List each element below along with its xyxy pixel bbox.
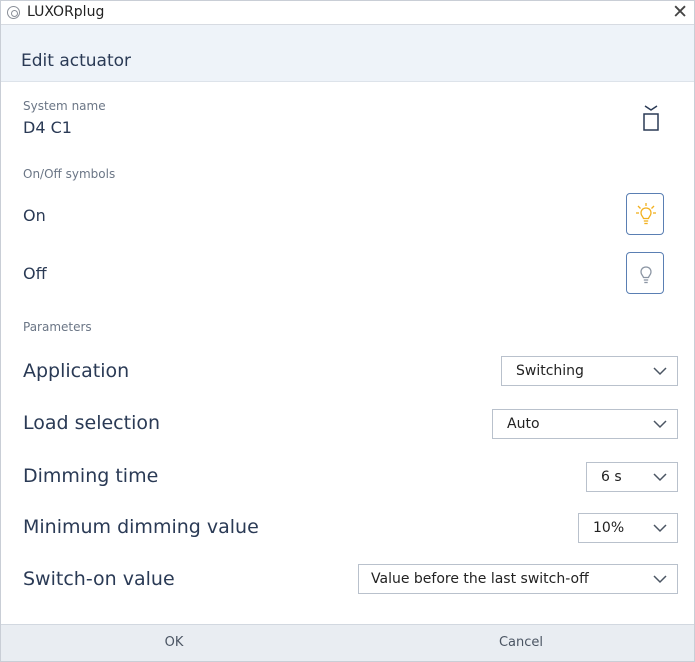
dialog-footer: OK Cancel [1, 624, 694, 661]
actuator-device-icon [643, 105, 659, 131]
chevron-down-icon [653, 575, 667, 584]
chevron-down-icon [653, 524, 667, 533]
on-off-symbols-label: On/Off symbols [23, 167, 116, 181]
minimum-dimming-value-label: Minimum dimming value [23, 516, 259, 538]
dialog-window: LUXORplug ✕ Edit actuator System name D4… [0, 0, 695, 662]
title-bar: LUXORplug ✕ [1, 1, 694, 25]
dialog-header: Edit actuator [1, 25, 694, 82]
minimum-dimming-value: 10% [593, 520, 625, 536]
window-title: LUXORplug [27, 4, 105, 20]
application-label: Application [23, 360, 130, 382]
on-symbol-button[interactable] [626, 193, 664, 235]
chevron-down-icon [653, 367, 667, 376]
dialog-content: System name D4 C1 On/Off symbols On Off [1, 82, 694, 624]
application-value: Switching [516, 363, 584, 379]
cancel-button[interactable]: Cancel [348, 625, 694, 662]
app-icon [7, 6, 20, 19]
dimming-time-label: Dimming time [23, 465, 159, 487]
on-symbol-label: On [23, 206, 46, 225]
load-selection-value: Auto [507, 416, 540, 432]
dimming-time-value: 6 s [601, 469, 622, 485]
minimum-dimming-value-select[interactable]: 10% [578, 513, 678, 543]
switch-on-value-label: Switch-on value [23, 568, 175, 590]
chevron-down-icon [653, 420, 667, 429]
off-symbol-label: Off [23, 264, 47, 283]
lightbulb-on-icon [636, 203, 656, 225]
close-icon[interactable]: ✕ [672, 1, 688, 23]
lightbulb-off-icon [640, 266, 652, 284]
load-selection-label: Load selection [23, 412, 161, 434]
parameters-label: Parameters [23, 320, 92, 334]
system-name-label: System name [23, 99, 106, 113]
switch-on-value: Value before the last switch-off [371, 571, 589, 587]
cancel-button-label: Cancel [498, 635, 544, 650]
chevron-down-icon [653, 473, 667, 482]
ok-button-label: OK [164, 635, 184, 650]
application-select[interactable]: Switching [501, 356, 678, 386]
ok-button[interactable]: OK [1, 625, 347, 662]
system-name-value: D4 C1 [23, 118, 72, 137]
switch-on-value-select[interactable]: Value before the last switch-off [358, 564, 678, 594]
dimming-time-select[interactable]: 6 s [586, 462, 678, 492]
load-selection-select[interactable]: Auto [492, 409, 678, 439]
off-symbol-button[interactable] [626, 252, 664, 294]
page-title: Edit actuator [21, 51, 132, 71]
